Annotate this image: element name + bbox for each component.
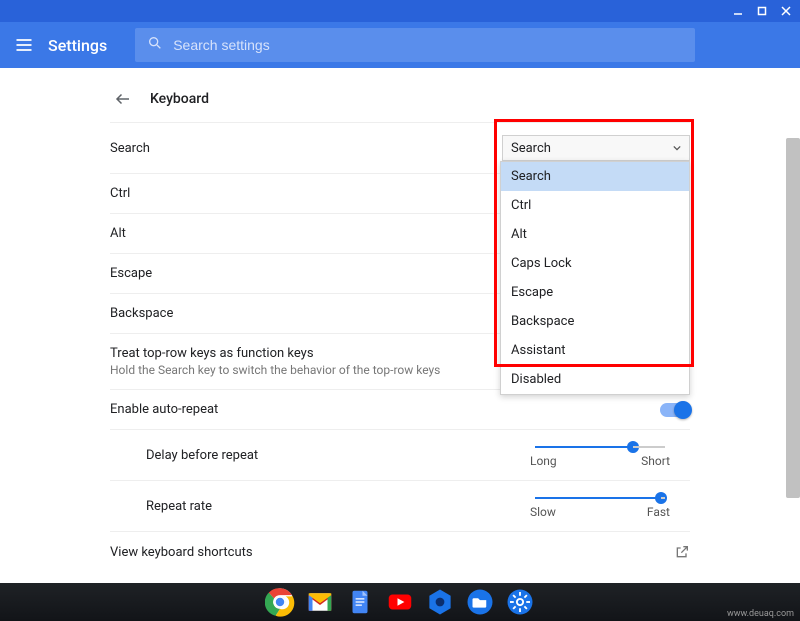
window-close-button[interactable] bbox=[778, 3, 794, 19]
menu-icon[interactable] bbox=[14, 35, 34, 55]
app-hexagon-icon[interactable] bbox=[425, 587, 455, 617]
dropdown-option-escape[interactable]: Escape bbox=[501, 278, 689, 307]
row-label: Search bbox=[110, 141, 150, 156]
delay-slider-track[interactable] bbox=[535, 446, 665, 448]
taskbar: www.deuaq.com bbox=[0, 583, 800, 621]
search-icon bbox=[147, 35, 163, 55]
auto-repeat-toggle[interactable] bbox=[660, 403, 690, 417]
panel-header: Keyboard bbox=[110, 82, 690, 122]
scrollbar[interactable] bbox=[786, 68, 800, 583]
files-icon[interactable] bbox=[465, 587, 495, 617]
rate-slider-track[interactable] bbox=[535, 497, 665, 499]
dropdown-option-ctrl[interactable]: Ctrl bbox=[501, 191, 689, 220]
dropdown-option-capslock[interactable]: Caps Lock bbox=[501, 249, 689, 278]
window-titlebar bbox=[0, 0, 800, 22]
app-title: Settings bbox=[48, 36, 107, 55]
slider-label-right: Short bbox=[641, 454, 670, 468]
taskbar-dock bbox=[265, 587, 535, 617]
row-search: Search Search Search Ctrl Alt Caps Lock … bbox=[110, 122, 690, 173]
chevron-down-icon bbox=[673, 141, 681, 156]
youtube-icon[interactable] bbox=[385, 587, 415, 617]
dropdown-value: Search bbox=[511, 141, 551, 156]
dropdown-option-disabled[interactable]: Disabled bbox=[501, 365, 689, 394]
row-sublabel: Hold the Search key to switch the behavi… bbox=[110, 363, 440, 377]
slider-label-left: Long bbox=[530, 454, 557, 468]
row-label: Ctrl bbox=[110, 186, 130, 201]
row-label: View keyboard shortcuts bbox=[110, 545, 253, 560]
row-label: Alt bbox=[110, 226, 126, 241]
search-input[interactable] bbox=[173, 37, 683, 53]
row-label: Backspace bbox=[110, 306, 173, 321]
window-maximize-button[interactable] bbox=[754, 3, 770, 19]
content-scroll-area: Keyboard Search Search Search Ctrl Alt C… bbox=[0, 68, 800, 583]
row-auto-repeat: Enable auto-repeat bbox=[110, 389, 690, 429]
back-arrow-icon[interactable] bbox=[114, 90, 132, 108]
page-title: Keyboard bbox=[150, 91, 209, 107]
search-bar[interactable] bbox=[135, 28, 695, 62]
dropdown-menu: Search Ctrl Alt Caps Lock Escape Backspa… bbox=[500, 161, 690, 395]
settings-icon[interactable] bbox=[505, 587, 535, 617]
scrollbar-thumb[interactable] bbox=[786, 138, 800, 498]
gmail-icon[interactable] bbox=[305, 587, 335, 617]
row-label: Treat top-row keys as function keys bbox=[110, 346, 440, 361]
row-label: Delay before repeat bbox=[110, 448, 258, 463]
slider-label-left: Slow bbox=[530, 505, 556, 519]
app-header: Settings bbox=[0, 22, 800, 68]
row-label: Repeat rate bbox=[110, 499, 212, 514]
open-external-icon[interactable] bbox=[674, 544, 690, 560]
docs-icon[interactable] bbox=[345, 587, 375, 617]
row-label: Escape bbox=[110, 266, 152, 281]
watermark: www.deuaq.com bbox=[727, 609, 794, 619]
dropdown-option-alt[interactable]: Alt bbox=[501, 220, 689, 249]
row-shortcuts[interactable]: View keyboard shortcuts bbox=[110, 531, 690, 572]
slider-label-right: Fast bbox=[647, 505, 670, 519]
row-label: Enable auto-repeat bbox=[110, 402, 218, 417]
dropdown-option-search[interactable]: Search bbox=[501, 162, 689, 191]
settings-panel: Keyboard Search Search Search Ctrl Alt C… bbox=[110, 68, 690, 572]
search-key-dropdown[interactable]: Search bbox=[502, 135, 690, 161]
row-delay: Delay before repeat Long Short bbox=[110, 429, 690, 480]
dropdown-option-backspace[interactable]: Backspace bbox=[501, 307, 689, 336]
row-rate: Repeat rate Slow Fast bbox=[110, 480, 690, 531]
window-minimize-button[interactable] bbox=[730, 3, 746, 19]
chrome-icon[interactable] bbox=[265, 587, 295, 617]
dropdown-option-assistant[interactable]: Assistant bbox=[501, 336, 689, 365]
